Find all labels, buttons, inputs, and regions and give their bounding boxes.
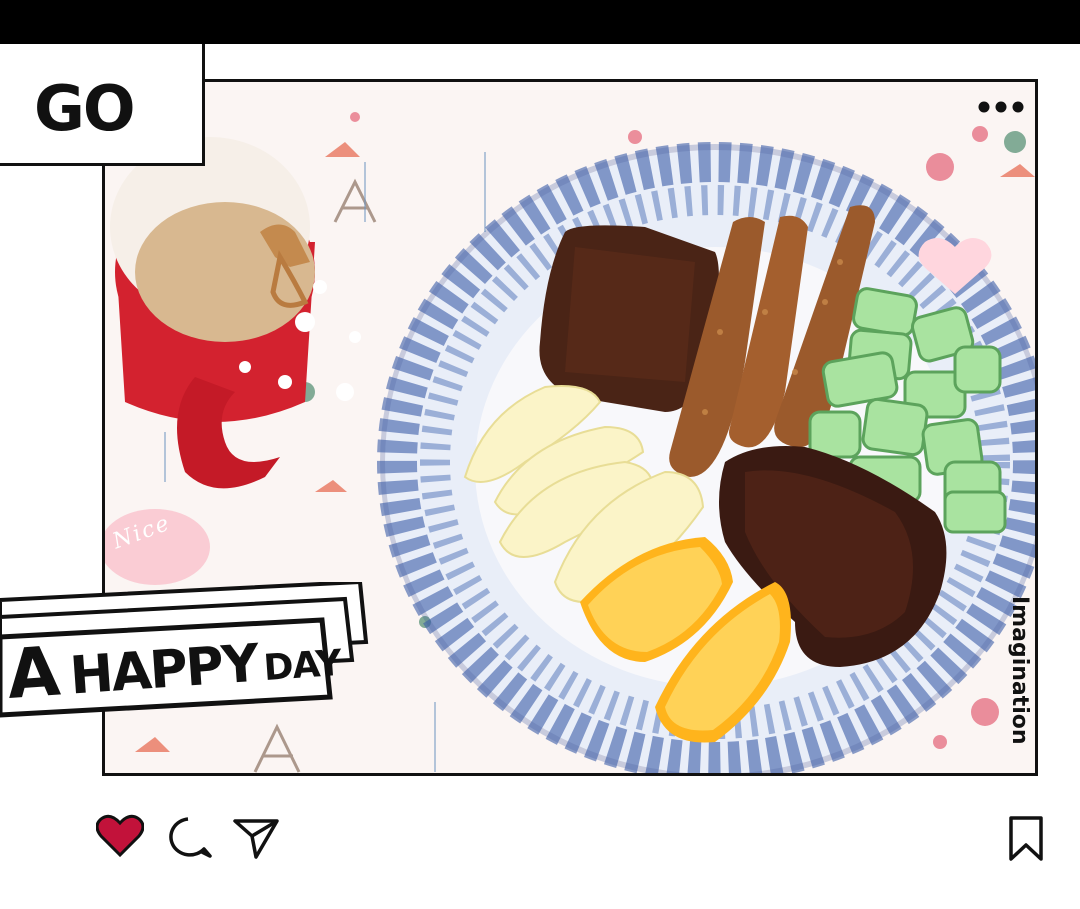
paper-plane-icon[interactable] xyxy=(232,816,280,865)
banner-word-happy: HAPPY xyxy=(68,633,260,707)
bookmark-icon[interactable] xyxy=(1008,815,1044,868)
top-status-bar xyxy=(0,0,1080,44)
heart-icon[interactable] xyxy=(95,814,145,863)
banner-word-day: DAY xyxy=(262,642,343,690)
more-dots-icon[interactable] xyxy=(976,96,1026,118)
comment-bubble-icon[interactable] xyxy=(166,816,212,865)
banner-word-a: A xyxy=(4,632,61,715)
go-label: GO xyxy=(34,72,136,145)
post-action-bar xyxy=(0,800,1080,880)
imagination-label: Imagination xyxy=(1007,596,1032,745)
